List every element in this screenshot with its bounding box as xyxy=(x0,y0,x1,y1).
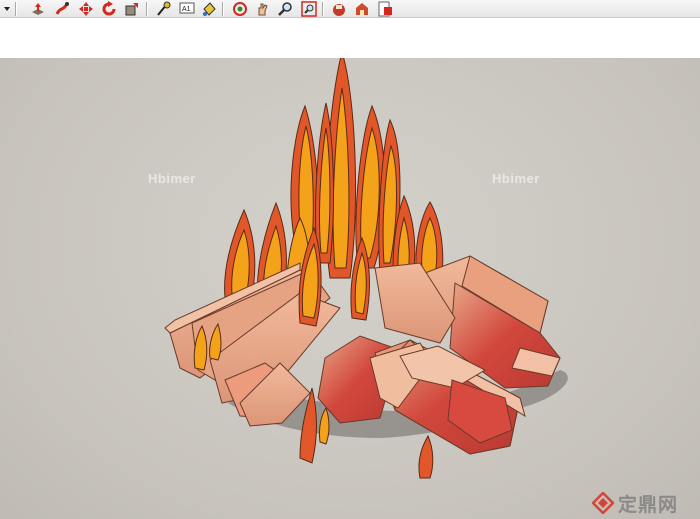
watermark-left: Hbimer xyxy=(148,171,196,186)
toolbar-separator xyxy=(322,2,324,16)
dropdown-arrow-icon[interactable] xyxy=(0,0,14,17)
brand-logo-icon xyxy=(592,492,614,514)
paint-bucket-icon[interactable] xyxy=(201,1,217,17)
move-icon[interactable] xyxy=(78,1,94,17)
3d-viewport[interactable]: Hbimer Hbimer xyxy=(0,58,700,519)
zoom-extents-icon[interactable] xyxy=(301,1,317,17)
watermark-right: Hbimer xyxy=(492,171,540,186)
toolbar-separator xyxy=(222,2,224,16)
rotate-icon[interactable] xyxy=(101,1,117,17)
zoom-icon[interactable] xyxy=(277,1,293,17)
toolbar-separator xyxy=(15,2,17,16)
orbit-icon[interactable] xyxy=(232,1,248,17)
text-tool-label: A1 xyxy=(182,6,191,13)
toolbar-separator xyxy=(146,2,148,16)
warehouse-icon[interactable] xyxy=(354,1,370,17)
drawing-area-top xyxy=(0,18,700,58)
component-icon[interactable] xyxy=(331,1,347,17)
toolbar: A1 xyxy=(0,0,700,18)
follow-me-icon[interactable] xyxy=(54,1,70,17)
text-tool-icon[interactable]: A1 xyxy=(179,1,195,17)
campfire-model xyxy=(164,58,568,479)
brand-watermark-text: 定鼎网 xyxy=(618,493,679,516)
scale-icon[interactable] xyxy=(124,1,140,17)
push-pull-icon[interactable] xyxy=(30,1,46,17)
brand-watermark: 定鼎网 xyxy=(592,491,679,516)
share-model-icon[interactable] xyxy=(377,1,393,17)
pan-icon[interactable] xyxy=(255,1,271,17)
tape-measure-icon[interactable] xyxy=(155,1,171,17)
